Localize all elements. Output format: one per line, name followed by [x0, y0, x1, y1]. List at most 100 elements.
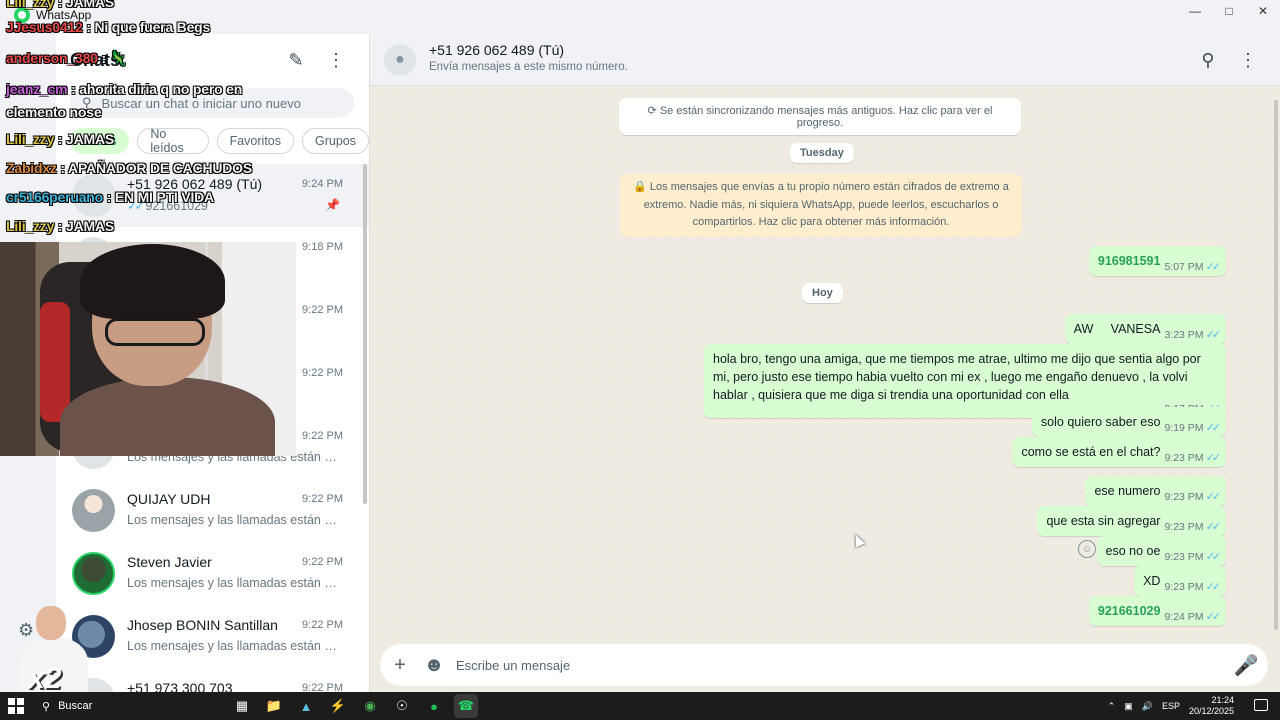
chat-item[interactable]: QUIJAY UDH 9:22 PM Los mensajes y las ll…: [56, 479, 369, 542]
chat-time: 9:22 PM: [302, 682, 343, 692]
read-ticks-icon: ✓✓: [1205, 261, 1222, 273]
new-chat-icon[interactable]: ✎: [284, 48, 308, 72]
taskbar-search[interactable]: ⚲ Buscar: [34, 692, 224, 720]
chat-time: 9:24 PM: [302, 178, 343, 190]
overlay-chat-line: Lili_zzy : JAMAS: [6, 218, 115, 234]
volume-icon[interactable]: 🔊: [1142, 701, 1153, 712]
read-ticks-icon: ✓✓: [1205, 581, 1222, 593]
message-text: hola bro, tengo una amiga, que me tiempo…: [713, 352, 1201, 402]
chat-time: 9:22 PM: [302, 493, 343, 505]
message-bubble[interactable]: XD 9:23 PM ✓✓: [1134, 566, 1226, 596]
message-bubble[interactable]: 916981591 5:07 PM ✓✓: [1088, 246, 1226, 276]
chat-name: Steven Javier: [127, 554, 212, 570]
search-icon: ⚲: [42, 700, 51, 713]
start-button[interactable]: [8, 698, 24, 714]
message-time: 9:23 PM ✓✓: [1164, 491, 1221, 503]
multiplier-badge: x2: [28, 662, 62, 692]
avatar: [72, 489, 115, 532]
whatsapp-taskbar-icon[interactable]: ☎: [454, 694, 478, 718]
message-time: 3:23 PM ✓✓: [1164, 329, 1221, 341]
composer-box: + ☻ 🎤: [380, 644, 1268, 686]
message-bubble[interactable]: eso no oe 9:23 PM ✓✓: [1096, 536, 1226, 566]
message-text: eso no oe: [1105, 544, 1161, 558]
chat-time: 9:22 PM: [302, 367, 343, 379]
file-explorer-icon[interactable]: 📁: [262, 694, 286, 718]
close-button[interactable]: ✕: [1246, 0, 1280, 22]
read-ticks-icon: ✓✓: [1205, 521, 1222, 533]
mic-icon[interactable]: 🎤: [1234, 653, 1259, 677]
message-text: XD: [1143, 574, 1161, 588]
task-view-icon[interactable]: ▦: [230, 694, 254, 718]
message-text: AW VANESA: [1073, 322, 1161, 336]
chat-time: 9:22 PM: [302, 430, 343, 442]
message-scrollbar[interactable]: [1274, 100, 1278, 630]
sidebar-scrollbar[interactable]: [363, 164, 367, 504]
encryption-notice[interactable]: 🔒 Los mensajes que envías a tu propio nú…: [620, 174, 1022, 237]
clock[interactable]: 21:24 20/12/2025: [1189, 695, 1234, 717]
emoji-reaction-icon[interactable]: ☺: [1078, 540, 1096, 558]
sync-icon: ⟳: [647, 105, 657, 117]
chevron-up-icon[interactable]: ⌃: [1108, 701, 1116, 712]
app-icon[interactable]: ⚡: [326, 694, 350, 718]
contact-subtitle: Envía mensajes a este mismo número.: [429, 61, 628, 73]
chat-snippet: Los mensajes y las llamadas están cifr..…: [127, 639, 339, 653]
message-text: que esta sin agregar: [1046, 514, 1161, 528]
obs-icon[interactable]: ☉: [390, 694, 414, 718]
filter-unread[interactable]: No leídos: [137, 127, 209, 155]
maximize-button[interactable]: □: [1212, 0, 1246, 22]
chat-filters: Todos No leídos Favoritos Grupos: [70, 127, 369, 155]
network-icon[interactable]: ▣: [1124, 701, 1133, 712]
message-input[interactable]: [456, 655, 1176, 675]
message-bubble[interactable]: AW VANESA 3:23 PM ✓✓: [1064, 314, 1226, 344]
message-bubble[interactable]: solo quiero saber eso 9:19 PM ✓✓: [1031, 407, 1226, 437]
message-bubble[interactable]: 921661029 9:24 PM ✓✓: [1088, 596, 1226, 626]
filter-groups[interactable]: Grupos: [302, 128, 369, 154]
sticker-icon[interactable]: ☻: [422, 653, 446, 677]
taskbar: ⚲ Buscar ▦ 📁 ▲ ⚡ ◉ ☉ ● ☎ ⌃ ▣ 🔊 ESP 21:24…: [0, 692, 1280, 720]
sync-notice[interactable]: ⟳ Se están sincronizando mensajes más an…: [619, 98, 1021, 135]
filter-favorites[interactable]: Favoritos: [216, 128, 294, 154]
read-ticks-icon: ✓✓: [1205, 422, 1222, 434]
message-time: 9:23 PM ✓✓: [1164, 551, 1221, 563]
second-streamer-overlay: x2: [12, 606, 92, 692]
search-icon[interactable]: ⚲: [1196, 48, 1220, 72]
chrome-icon[interactable]: ◉: [358, 694, 382, 718]
menu-icon[interactable]: ⋮: [324, 48, 348, 72]
chat-panel: ● +51 926 062 489 (Tú) Envía mensajes a …: [370, 34, 1280, 692]
taskbar-search-label: Buscar: [58, 700, 93, 712]
message-text[interactable]: 921661029: [1098, 602, 1161, 620]
message-time: 9:23 PM ✓✓: [1164, 581, 1222, 593]
menu-icon[interactable]: ⋮: [1236, 48, 1260, 72]
notifications-icon[interactable]: [1254, 699, 1268, 711]
message-text[interactable]: 916981591: [1098, 252, 1161, 270]
chat-time: 9:22 PM: [302, 556, 343, 568]
chat-item[interactable]: +51 973 300 703 9:22 PM: [56, 668, 369, 692]
date-divider: Tuesday: [790, 143, 854, 163]
chat-name: QUIJAY UDH: [127, 491, 211, 507]
tray-lang[interactable]: ESP: [1162, 701, 1180, 711]
overlay-chat-line: Lili_zzy : JAMAS: [6, 131, 115, 147]
message-bubble[interactable]: que esta sin agregar 9:23 PM ✓✓: [1037, 506, 1226, 536]
message-text: como se está en el chat?: [1021, 445, 1161, 459]
read-ticks-icon: ✓✓: [1205, 611, 1222, 623]
spotify-icon[interactable]: ●: [422, 694, 446, 718]
overlay-chat-line: Zabidxz : APAÑADOR DE CACHUDOS: [6, 160, 253, 176]
chat-header[interactable]: ● +51 926 062 489 (Tú) Envía mensajes a …: [370, 34, 1280, 86]
webcam-overlay: [0, 242, 296, 456]
chat-item[interactable]: Jhosep BONIN Santillan 9:22 PM Los mensa…: [56, 605, 369, 668]
message-time: 9:19 PM ✓✓: [1164, 422, 1222, 434]
avatar: [72, 552, 115, 595]
chat-item[interactable]: Steven Javier 9:22 PM Los mensajes y las…: [56, 542, 369, 605]
app-icon[interactable]: ▲: [294, 694, 318, 718]
attach-icon[interactable]: +: [388, 653, 412, 677]
chat-name: +51 973 300 703: [127, 680, 233, 692]
contact-avatar-icon[interactable]: ●: [384, 44, 416, 76]
message-bubble[interactable]: como se está en el chat? 9:23 PM ✓✓: [1012, 437, 1226, 467]
pin-icon: 📌: [325, 198, 340, 212]
minimize-button[interactable]: —: [1178, 0, 1212, 22]
chat-name: Jhosep BONIN Santillan: [127, 617, 278, 633]
chat-snippet: Los mensajes y las llamadas están cifr..…: [127, 576, 339, 590]
lock-icon: 🔒: [633, 181, 647, 193]
system-tray: ⌃ ▣ 🔊 ESP 21:24 20/12/2025: [1108, 692, 1234, 720]
message-bubble[interactable]: ese numero 9:23 PM ✓✓: [1085, 476, 1226, 506]
